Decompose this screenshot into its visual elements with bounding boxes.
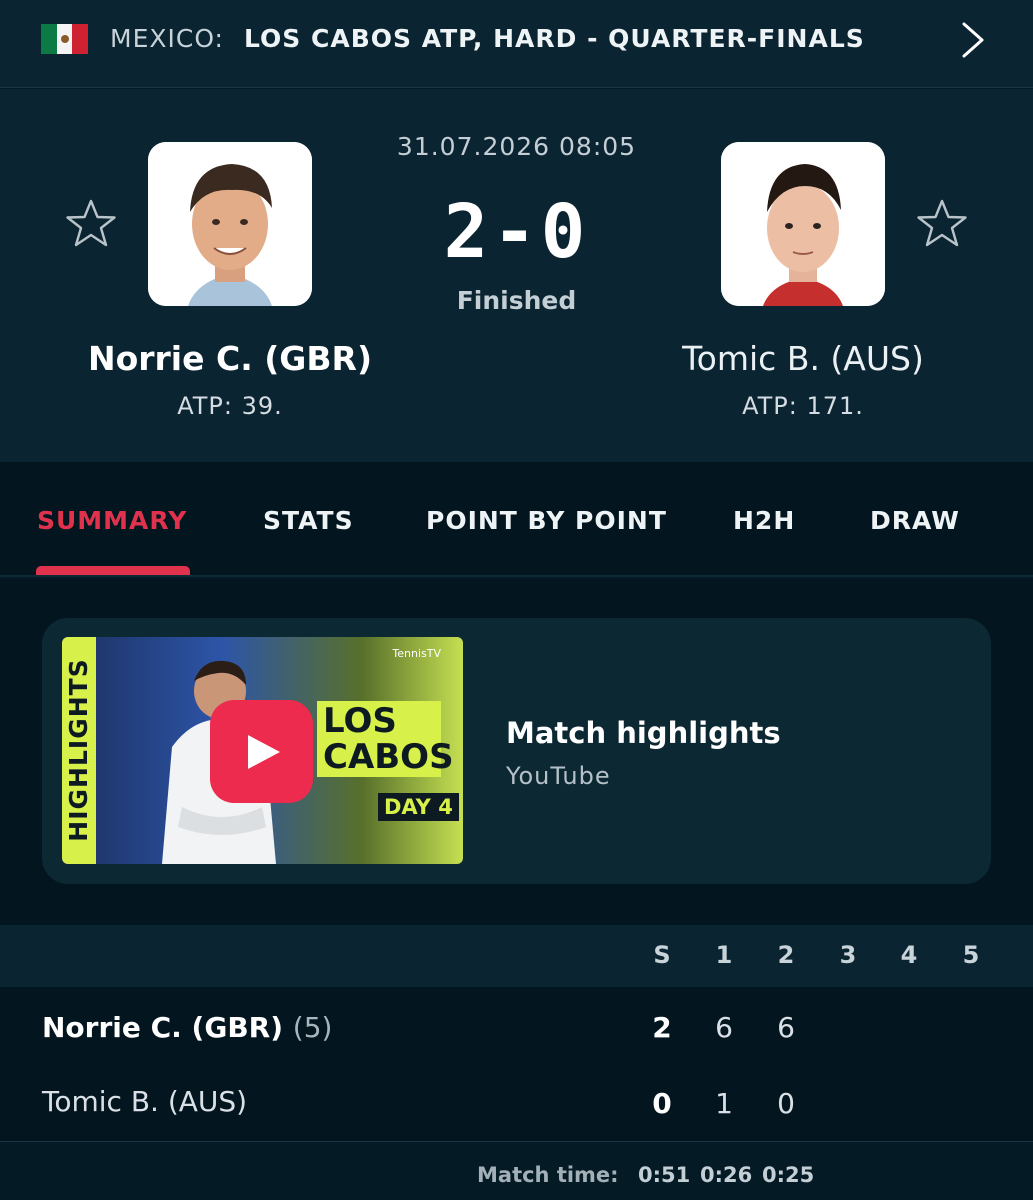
tab-stats[interactable]: STATS [263, 506, 354, 535]
play-button[interactable] [210, 700, 313, 803]
scoreboard-player-name: Norrie C. (GBR) [42, 1011, 284, 1044]
column-header-sets: S [653, 941, 671, 969]
thumbnail-day: DAY 4 [378, 793, 459, 821]
sets-won-home: 2 [652, 1011, 672, 1044]
set-2-games-home: 6 [777, 1011, 795, 1044]
scoreboard-player-name: Tomic B. (AUS) [42, 1085, 248, 1118]
tournament-name: LOS CABOS ATP, HARD - QUARTER-FINALS [244, 24, 865, 53]
highlights-source: YouTube [506, 762, 611, 790]
column-header-set-3: 3 [839, 941, 857, 969]
favorite-star-icon[interactable] [915, 197, 969, 251]
tab-point-by-point[interactable]: POINT BY POINT [426, 506, 667, 535]
player-seed: (5) [292, 1011, 333, 1044]
tab-draw[interactable]: DRAW [870, 506, 960, 535]
tab-summary[interactable]: SUMMARY [37, 506, 187, 535]
highlights-title[interactable]: Match highlights [506, 716, 781, 750]
column-header-set-1: 1 [715, 941, 733, 969]
match-time-set-2: 0:25 [762, 1163, 815, 1187]
thumbnail-strip-text: HIGHLIGHTS [64, 658, 93, 842]
player-rank-home: ATP: 39. [177, 392, 283, 420]
player-avatar [721, 142, 885, 306]
column-header-set-4: 4 [900, 941, 918, 969]
play-icon [248, 735, 280, 769]
sets-won-away: 0 [652, 1087, 672, 1120]
thumbnail-title: LOS CABOS [317, 701, 454, 777]
tab-bar: SUMMARY STATS POINT BY POINT H2H DRAW [0, 462, 1033, 577]
player-rank-away: ATP: 171. [742, 392, 864, 420]
match-header: 31.07.2026 08:05 2-0 Finished Norrie C. … [0, 89, 1033, 462]
match-time-total: 0:51 [638, 1163, 691, 1187]
scoreboard-player-away[interactable]: Tomic B. (AUS) [42, 1085, 247, 1118]
thumbnail-strip: HIGHLIGHTS [62, 637, 96, 864]
tournament-bar[interactable]: MEXICO: LOS CABOS ATP, HARD - QUARTER-FI… [0, 0, 1033, 88]
scoreboard-player-home[interactable]: Norrie C. (GBR) (5) [42, 1011, 332, 1044]
set-1-games-home: 6 [715, 1011, 733, 1044]
player-name-away[interactable]: Tomic B. (AUS) [593, 339, 1013, 378]
match-time-set-1: 0:26 [700, 1163, 753, 1187]
set-1-games-away: 1 [715, 1087, 733, 1120]
column-header-set-2: 2 [777, 941, 795, 969]
player-name-home[interactable]: Norrie C. (GBR) [20, 339, 440, 378]
set-2-games-away: 0 [777, 1087, 795, 1120]
column-header-set-5: 5 [962, 941, 980, 969]
scoreboard-header [0, 925, 1033, 987]
match-time-label: Match time: [477, 1163, 619, 1187]
tennistv-logo: TennisTV [392, 647, 441, 660]
mexico-flag-icon [41, 24, 89, 54]
chevron-right-icon[interactable] [958, 20, 988, 60]
active-tab-indicator [36, 566, 190, 575]
tab-h2h[interactable]: H2H [733, 506, 795, 535]
country-label: MEXICO: [110, 24, 224, 53]
player-photo-tomic[interactable] [721, 142, 885, 306]
